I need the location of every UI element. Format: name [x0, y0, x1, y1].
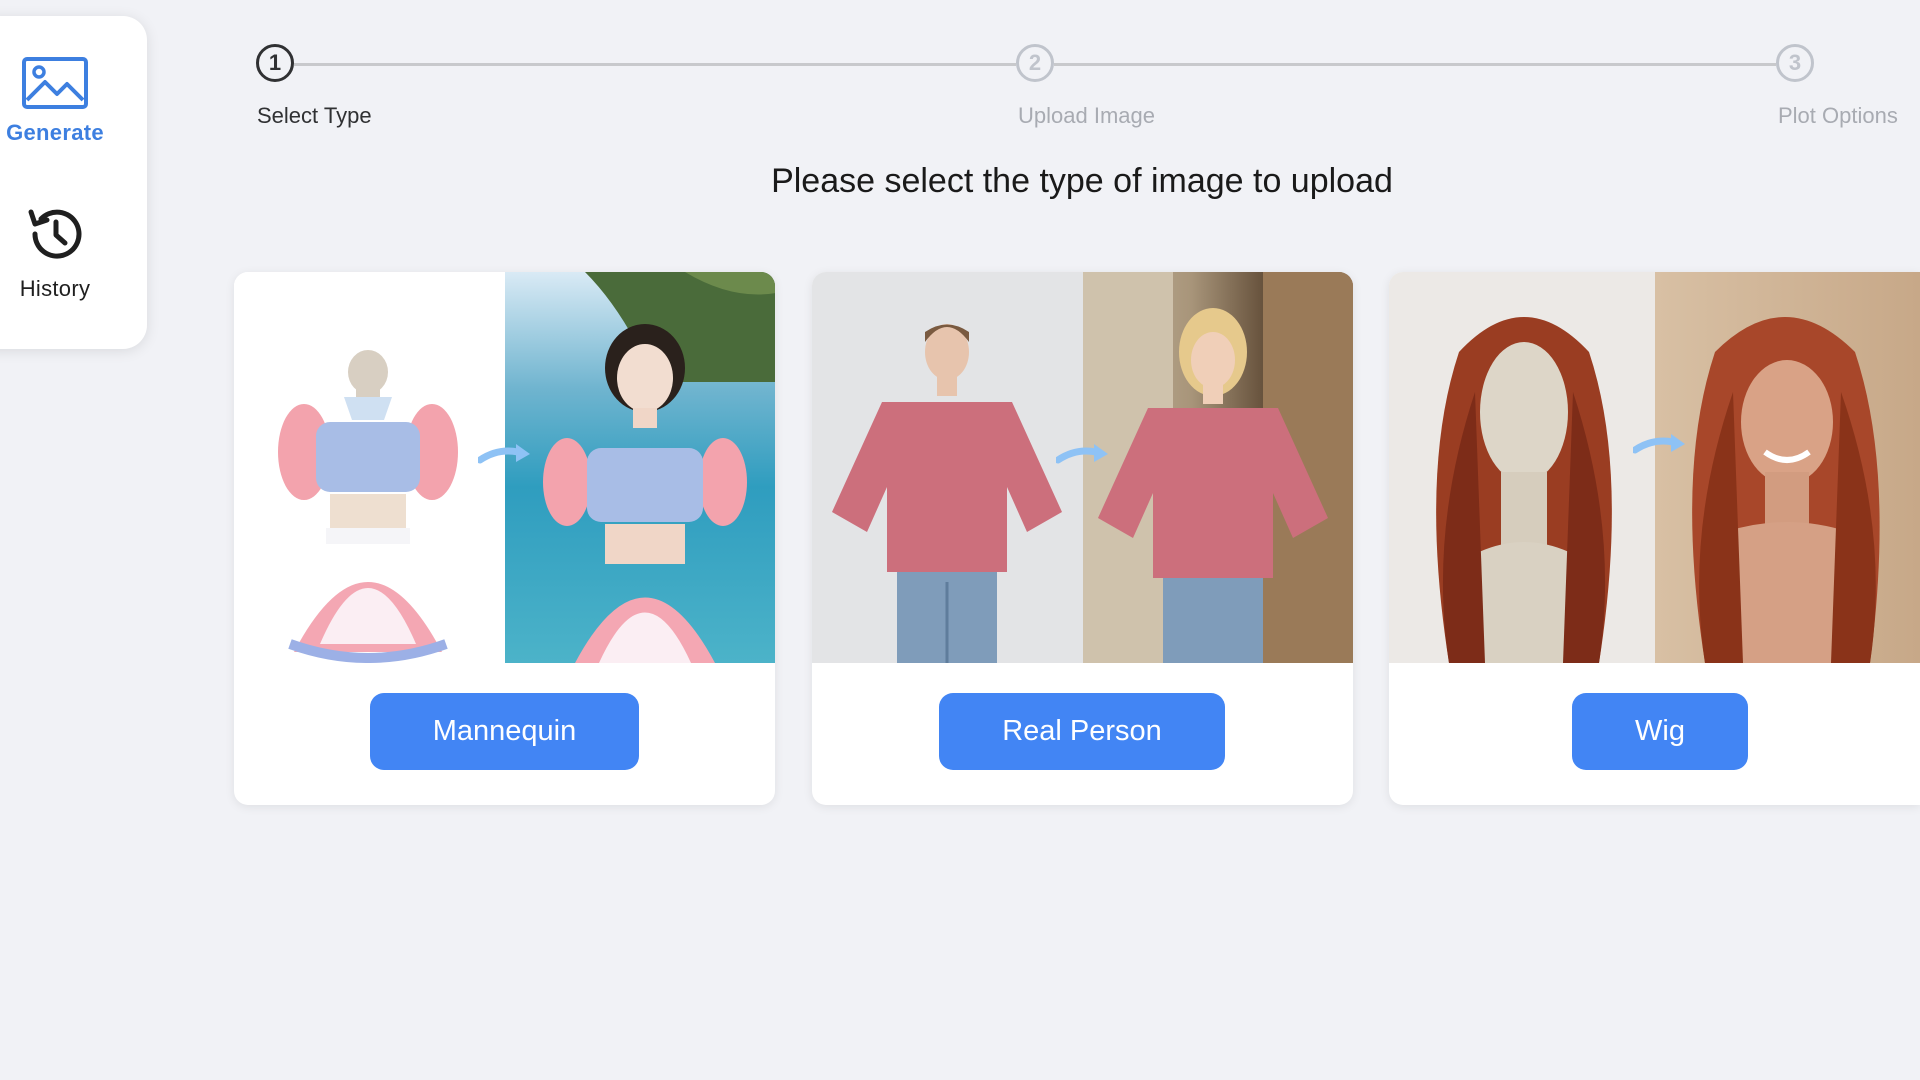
step-2-indicator: 2	[1016, 44, 1054, 82]
step-1-indicator: 1	[256, 44, 294, 82]
sidebar-item-label: History	[19, 276, 91, 301]
real-person-image	[812, 272, 1083, 663]
arrow-right-icon	[478, 444, 530, 464]
step-1-title: Select Type	[257, 103, 372, 128]
steps-progress: 1 2 3 Select Type Upload Image Plot Opti…	[0, 0, 1920, 140]
type-card-real-person[interactable]: Real Person	[812, 272, 1353, 805]
sidebar-item-history[interactable]: History	[0, 202, 110, 302]
mannequin-button[interactable]: Mannequin	[370, 693, 639, 770]
wig-button[interactable]: Wig	[1572, 693, 1748, 770]
real-person-button[interactable]: Real Person	[939, 693, 1225, 770]
step-3-title: Plot Options	[1778, 103, 1898, 128]
wig-image	[1389, 272, 1655, 663]
step-connector	[1054, 63, 1776, 66]
result-image	[504, 272, 775, 663]
result-image	[1654, 272, 1920, 663]
type-card-wig[interactable]: Wig	[1389, 272, 1920, 805]
result-image	[1082, 272, 1353, 663]
arrow-right-icon	[1633, 434, 1685, 454]
example-images	[234, 272, 775, 663]
step-2-title: Upload Image	[1018, 103, 1155, 128]
app-root: Generate History 1 2 3 Select Type Uploa…	[0, 0, 1920, 1080]
history-icon	[28, 209, 82, 259]
page-title: Please select the type of image to uploa…	[771, 162, 1393, 200]
arrow-right-icon	[1056, 444, 1108, 464]
mannequin-image	[234, 272, 505, 663]
example-images	[812, 272, 1353, 663]
example-images	[1389, 272, 1920, 663]
step-3-indicator: 3	[1776, 44, 1814, 82]
step-connector	[294, 63, 1016, 66]
type-card-mannequin[interactable]: Mannequin	[234, 272, 775, 805]
